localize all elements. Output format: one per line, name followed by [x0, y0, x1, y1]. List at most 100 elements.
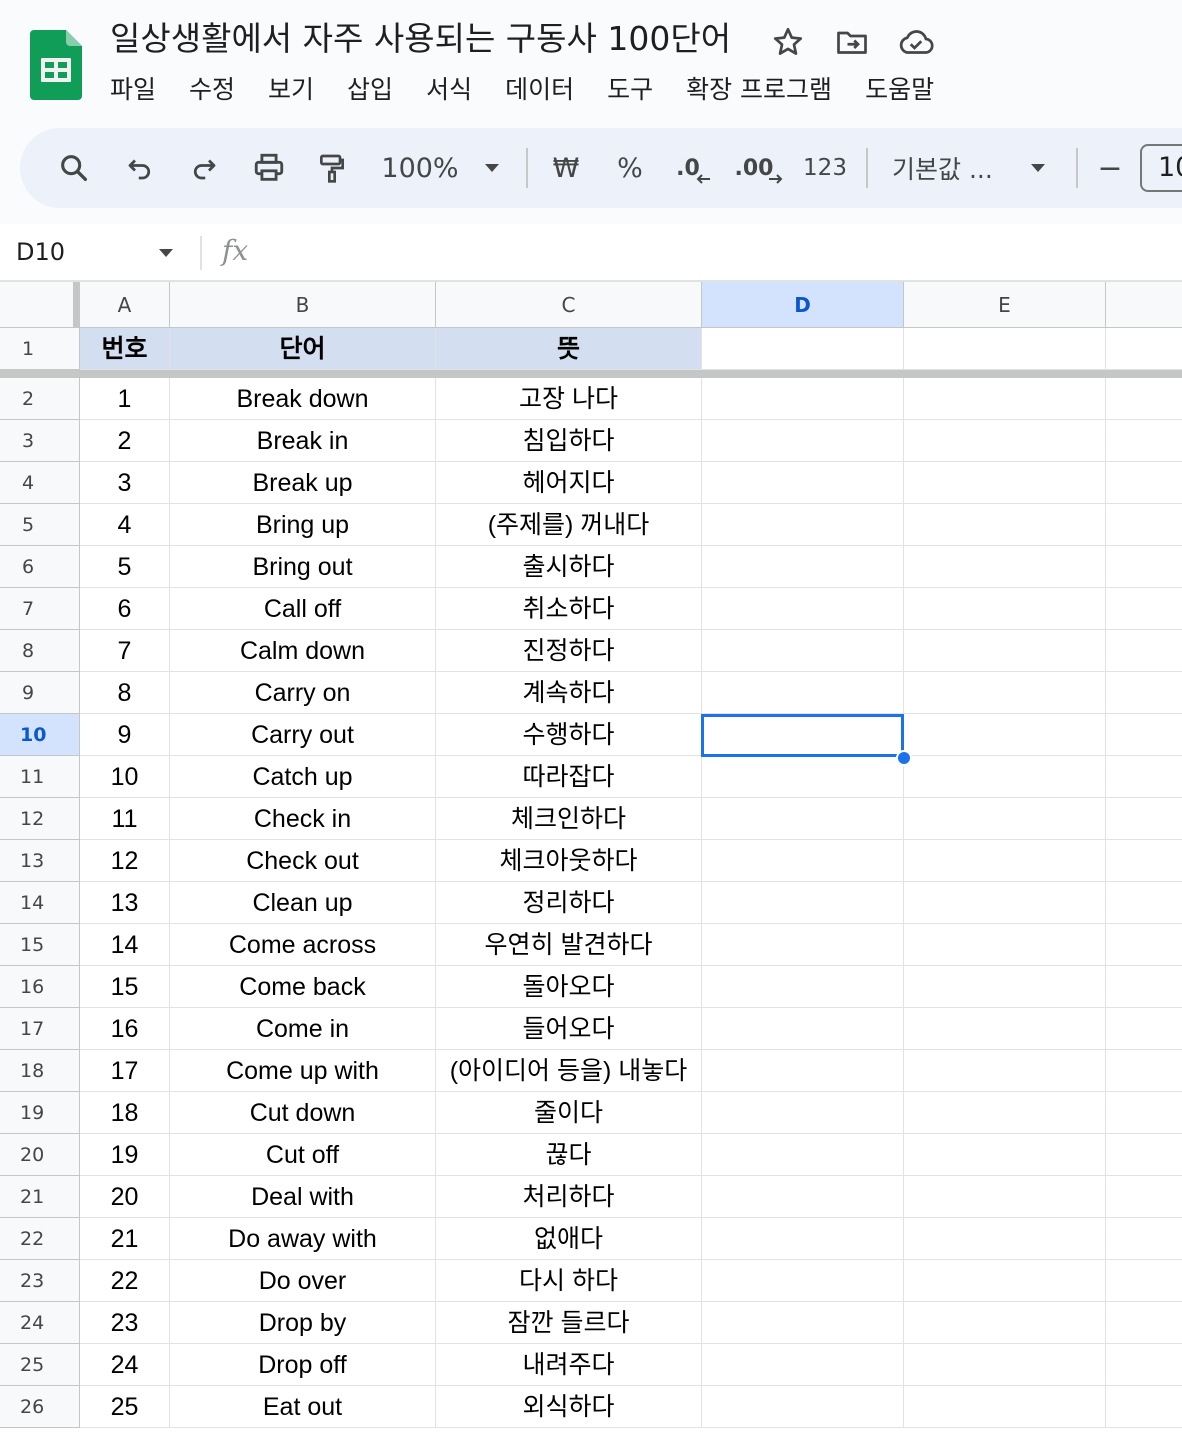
zoom-select[interactable]: 100%: [380, 128, 460, 208]
table-cell[interactable]: 25: [80, 1386, 170, 1428]
table-cell[interactable]: 고장 나다: [436, 378, 702, 420]
table-cell[interactable]: [702, 420, 904, 462]
table-cell[interactable]: 처리하다: [436, 1176, 702, 1218]
table-cell[interactable]: 8: [80, 672, 170, 714]
row-header-18[interactable]: 18: [0, 1050, 80, 1092]
percent-format-button[interactable]: %: [612, 128, 648, 208]
font-select[interactable]: 기본값 ...: [892, 128, 1002, 208]
column-header-e[interactable]: E: [904, 282, 1106, 328]
table-cell[interactable]: [1106, 840, 1182, 882]
row-header-14[interactable]: 14: [0, 882, 80, 924]
table-cell[interactable]: [904, 546, 1106, 588]
undo-icon[interactable]: [118, 128, 162, 208]
table-cell[interactable]: [702, 756, 904, 798]
row-header-6[interactable]: 6: [0, 546, 80, 588]
table-cell[interactable]: [1106, 1218, 1182, 1260]
table-cell[interactable]: [1106, 882, 1182, 924]
table-cell[interactable]: 내려주다: [436, 1344, 702, 1386]
row-header-12[interactable]: 12: [0, 798, 80, 840]
row-header-4[interactable]: 4: [0, 462, 80, 504]
row-header-8[interactable]: 8: [0, 630, 80, 672]
table-cell[interactable]: [702, 1176, 904, 1218]
increase-decimal-button[interactable]: .00: [734, 128, 784, 208]
table-cell[interactable]: [904, 1260, 1106, 1302]
table-cell[interactable]: (주제를) 꺼내다: [436, 504, 702, 546]
table-cell[interactable]: [1106, 966, 1182, 1008]
row-header-19[interactable]: 19: [0, 1092, 80, 1134]
table-cell[interactable]: Do over: [170, 1260, 436, 1302]
column-header-d[interactable]: D: [702, 282, 904, 328]
table-cell[interactable]: [1106, 1050, 1182, 1092]
table-cell[interactable]: 2: [80, 420, 170, 462]
fill-handle[interactable]: [896, 750, 912, 766]
table-cell[interactable]: 체크인하다: [436, 798, 702, 840]
table-cell[interactable]: 다시 하다: [436, 1260, 702, 1302]
table-cell[interactable]: [904, 1134, 1106, 1176]
row-header-22[interactable]: 22: [0, 1218, 80, 1260]
table-cell[interactable]: [904, 798, 1106, 840]
table-cell[interactable]: [702, 1134, 904, 1176]
table-cell[interactable]: [904, 924, 1106, 966]
table-cell[interactable]: 23: [80, 1302, 170, 1344]
table-cell[interactable]: 24: [80, 1344, 170, 1386]
table-cell[interactable]: [904, 1092, 1106, 1134]
column-header-f[interactable]: [1106, 282, 1182, 328]
row-header-11[interactable]: 11: [0, 756, 80, 798]
row-header-9[interactable]: 9: [0, 672, 80, 714]
table-cell[interactable]: 수행하다: [436, 714, 702, 756]
table-cell[interactable]: 돌아오다: [436, 966, 702, 1008]
table-cell[interactable]: 정리하다: [436, 882, 702, 924]
row-header-10[interactable]: 10: [0, 714, 80, 756]
table-cell[interactable]: 15: [80, 966, 170, 1008]
table-cell[interactable]: Drop by: [170, 1302, 436, 1344]
table-cell[interactable]: [702, 966, 904, 1008]
table-cell[interactable]: [1106, 328, 1182, 370]
table-cell[interactable]: [904, 420, 1106, 462]
row-header-23[interactable]: 23: [0, 1260, 80, 1302]
table-cell[interactable]: 우연히 발견하다: [436, 924, 702, 966]
table-cell[interactable]: [702, 1344, 904, 1386]
print-icon[interactable]: [246, 128, 292, 208]
currency-format-button[interactable]: ₩: [548, 128, 584, 208]
redo-icon[interactable]: [182, 128, 226, 208]
table-cell[interactable]: [1106, 462, 1182, 504]
column-header-b[interactable]: B: [170, 282, 436, 328]
table-cell[interactable]: [702, 504, 904, 546]
table-cell[interactable]: [702, 546, 904, 588]
table-cell[interactable]: [904, 504, 1106, 546]
table-cell[interactable]: [904, 328, 1106, 370]
table-cell[interactable]: [904, 714, 1106, 756]
table-cell[interactable]: Clean up: [170, 882, 436, 924]
table-cell[interactable]: 없애다: [436, 1218, 702, 1260]
table-cell[interactable]: [1106, 378, 1182, 420]
table-cell[interactable]: Do away with: [170, 1218, 436, 1260]
spreadsheet-grid[interactable]: A B C D E 1 번호 단어 뜻 2 1 Break down 고장 나다 3 2 Break…: [0, 282, 1182, 1436]
table-cell[interactable]: 21: [80, 1218, 170, 1260]
table-cell[interactable]: 13: [80, 882, 170, 924]
menu-view[interactable]: 보기: [268, 70, 314, 110]
table-cell[interactable]: [702, 588, 904, 630]
table-cell[interactable]: [1106, 1386, 1182, 1428]
table-cell[interactable]: [702, 462, 904, 504]
table-cell[interactable]: Come across: [170, 924, 436, 966]
table-cell[interactable]: [1106, 420, 1182, 462]
column-header-c[interactable]: C: [436, 282, 702, 328]
table-cell[interactable]: 끊다: [436, 1134, 702, 1176]
table-cell[interactable]: 헤어지다: [436, 462, 702, 504]
table-cell[interactable]: Come in: [170, 1008, 436, 1050]
table-cell[interactable]: Carry on: [170, 672, 436, 714]
row-header-25[interactable]: 25: [0, 1344, 80, 1386]
move-to-folder-icon[interactable]: [834, 24, 870, 60]
table-cell[interactable]: Calm down: [170, 630, 436, 672]
header-cell[interactable]: 번호: [80, 328, 170, 370]
table-cell[interactable]: [1106, 546, 1182, 588]
table-cell[interactable]: [904, 1176, 1106, 1218]
decrease-decimal-button[interactable]: .0: [672, 128, 716, 208]
paint-format-icon[interactable]: [310, 128, 354, 208]
table-cell[interactable]: [1106, 630, 1182, 672]
row-header-3[interactable]: 3: [0, 420, 80, 462]
table-cell[interactable]: [904, 966, 1106, 1008]
table-cell[interactable]: Break up: [170, 462, 436, 504]
table-cell[interactable]: 잠깐 들르다: [436, 1302, 702, 1344]
table-cell[interactable]: 6: [80, 588, 170, 630]
